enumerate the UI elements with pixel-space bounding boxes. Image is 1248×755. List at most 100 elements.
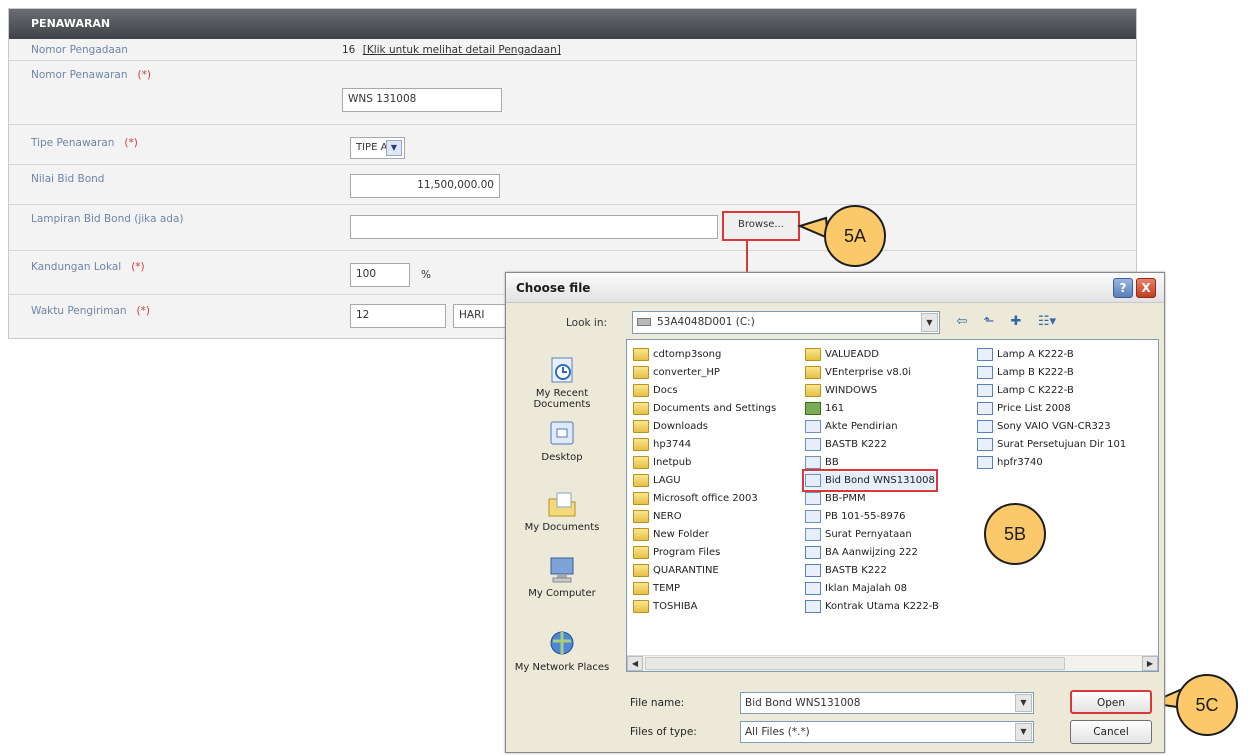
file-list-item[interactable]: Downloads — [633, 418, 708, 435]
file-list-item[interactable]: cdtomp3song — [633, 346, 721, 363]
back-icon[interactable]: ⇦ — [952, 312, 972, 332]
scroll-right-icon[interactable]: ▶ — [1142, 656, 1158, 671]
callout-5c: 5C — [1176, 674, 1238, 736]
scroll-thumb[interactable] — [645, 657, 1065, 670]
shortcut-icon — [805, 510, 821, 523]
file-list-item[interactable]: TEMP — [633, 580, 680, 597]
file-list-item[interactable]: Docs — [633, 382, 678, 399]
place-my-network[interactable]: My Network Places — [510, 629, 614, 673]
help-icon[interactable]: ? — [1113, 278, 1133, 298]
file-list-item[interactable]: Kontrak Utama K222-B — [805, 598, 939, 615]
file-name: PB 101-55-8976 — [825, 511, 906, 522]
my-computer-icon — [550, 557, 574, 583]
shortcut-icon — [805, 438, 821, 451]
file-list-item[interactable]: converter_HP — [633, 364, 720, 381]
file-name: VEnterprise v8.0i — [825, 367, 912, 378]
chevron-down-icon[interactable]: ▼ — [1015, 694, 1032, 712]
place-my-documents[interactable]: My Documents — [510, 489, 614, 533]
file-list-item[interactable]: Surat Pernyataan — [805, 526, 912, 543]
files-of-type-select[interactable]: All Files (*.*) ▼ — [740, 721, 1034, 743]
horizontal-scrollbar[interactable]: ◀ ▶ — [627, 655, 1158, 671]
cancel-button[interactable]: Cancel — [1070, 720, 1152, 744]
file-name: Downloads — [653, 421, 708, 432]
document-icon — [805, 582, 821, 595]
file-list-item[interactable]: Microsoft office 2003 — [633, 490, 758, 507]
file-list-item[interactable]: Akte Pendirian — [805, 418, 898, 435]
shortcut-icon — [805, 492, 821, 505]
file-list-item[interactable]: VALUEADD — [805, 346, 879, 363]
application-icon — [805, 402, 821, 415]
file-name: BASTB K222 — [825, 565, 887, 576]
file-list-item[interactable]: New Folder — [633, 526, 709, 543]
file-list-item[interactable]: Documents and Settings — [633, 400, 776, 417]
folder-icon — [633, 582, 649, 595]
file-list-item[interactable]: 161 — [805, 400, 844, 417]
file-list-item[interactable]: BA Aanwijzing 222 — [805, 544, 918, 561]
up-folder-icon[interactable]: ⬑ — [979, 312, 999, 332]
file-list-item[interactable]: PB 101-55-8976 — [805, 508, 906, 525]
file-name: Iklan Majalah 08 — [825, 583, 907, 594]
new-folder-icon[interactable]: ✚ — [1006, 312, 1026, 332]
files-of-type-value: All Files (*.*) — [745, 726, 810, 738]
folder-icon — [633, 474, 649, 487]
folder-icon — [805, 348, 821, 361]
place-label: My Network Places — [514, 662, 610, 673]
file-list-item-selected[interactable]: Bid Bond WNS131008 — [802, 469, 938, 492]
close-icon[interactable]: X — [1136, 278, 1156, 298]
look-in-select[interactable]: 53A4048D001 (C:) ▼ — [632, 311, 940, 334]
file-list-item[interactable]: BB-PMM — [805, 490, 866, 507]
file-name: TOSHIBA — [653, 601, 698, 612]
shortcut-icon — [805, 528, 821, 541]
shortcut-icon — [805, 474, 821, 487]
file-list-item[interactable]: Inetpub — [633, 454, 691, 471]
file-name: TEMP — [653, 583, 681, 594]
file-list-item[interactable]: VEnterprise v8.0i — [805, 364, 911, 381]
file-name: LAGU — [653, 475, 681, 486]
file-name: hpfr3740 — [997, 457, 1043, 468]
file-name: cdtomp3song — [653, 349, 722, 360]
my-network-icon — [550, 631, 574, 655]
file-list-item[interactable]: Iklan Majalah 08 — [805, 580, 907, 597]
file-list-item[interactable]: BB — [805, 454, 839, 471]
place-my-computer[interactable]: My Computer — [510, 555, 614, 599]
file-list-item[interactable]: QUARANTINE — [633, 562, 719, 579]
file-list-item[interactable]: WINDOWS — [805, 382, 877, 399]
file-list-item[interactable]: TOSHIBA — [633, 598, 698, 615]
folder-icon — [633, 546, 649, 559]
file-list[interactable]: cdtomp3song converter_HP Docs Documents and… — [626, 339, 1159, 672]
file-list-item[interactable]: Lamp B K222-B — [977, 364, 1074, 381]
file-list-item[interactable]: hp3744 — [633, 436, 691, 453]
document-icon — [977, 420, 993, 433]
file-list-item[interactable]: LAGU — [633, 472, 681, 489]
file-list-item[interactable]: BASTB K222 — [805, 562, 887, 579]
folder-icon — [633, 384, 649, 397]
file-list-item[interactable]: Lamp A K222-B — [977, 346, 1074, 363]
file-list-item[interactable]: Lamp C K222-B — [977, 382, 1074, 399]
document-icon — [977, 438, 993, 451]
document-icon — [805, 564, 821, 577]
place-recent-documents[interactable]: My Recent Documents — [510, 355, 614, 410]
file-name: Lamp B K222-B — [997, 367, 1074, 378]
file-list-item[interactable]: Program Files — [633, 544, 720, 561]
shortcut-icon — [805, 420, 821, 433]
file-list-item[interactable]: Surat Persetujuan Dir 101 — [977, 436, 1126, 453]
desktop-icon — [550, 421, 574, 445]
file-name: Microsoft office 2003 — [653, 493, 758, 504]
file-name: Docs — [653, 385, 678, 396]
dialog-title: Choose file — [516, 281, 591, 295]
file-name-value: Bid Bond WNS131008 — [745, 697, 861, 709]
view-menu-icon[interactable]: ☷▾ — [1033, 312, 1061, 332]
file-name-input[interactable]: Bid Bond WNS131008 ▼ — [740, 692, 1034, 714]
document-icon — [977, 402, 993, 415]
place-desktop[interactable]: Desktop — [510, 419, 614, 463]
folder-icon — [633, 402, 649, 415]
file-list-item[interactable]: BASTB K222 — [805, 436, 887, 453]
file-list-item[interactable]: Sony VAIO VGN-CR323 — [977, 418, 1111, 435]
scroll-left-icon[interactable]: ◀ — [627, 656, 643, 671]
file-list-item[interactable]: Price List 2008 — [977, 400, 1071, 417]
file-list-item[interactable]: hpfr3740 — [977, 454, 1043, 471]
open-button[interactable]: Open — [1070, 690, 1152, 714]
file-list-item[interactable]: NERO — [633, 508, 682, 525]
file-name: BA Aanwijzing 222 — [825, 547, 918, 558]
file-name: Program Files — [653, 547, 721, 558]
